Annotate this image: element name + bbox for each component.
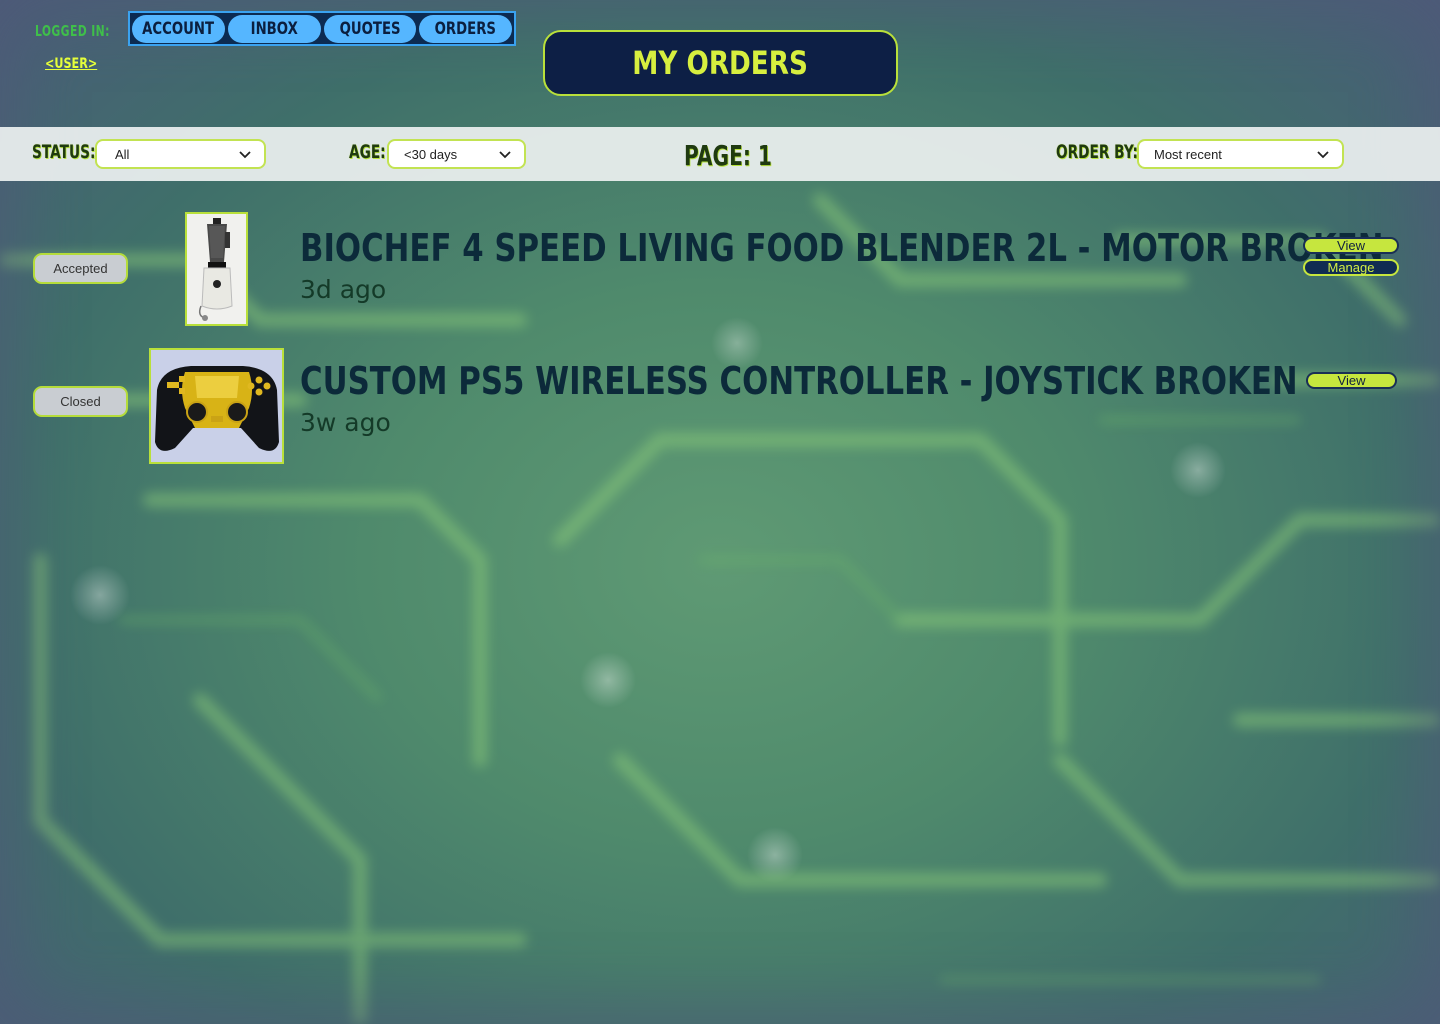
controller-image[interactable] xyxy=(149,348,284,464)
view-button[interactable]: View xyxy=(1303,237,1399,254)
view-button[interactable]: View xyxy=(1306,372,1397,389)
chevron-down-icon xyxy=(239,151,251,159)
page-title: MY ORDERS xyxy=(632,44,809,82)
nav-tab-account[interactable]: ACCOUNT xyxy=(132,14,225,43)
chevron-down-icon xyxy=(499,151,511,159)
page-indicator: PAGE: 1 xyxy=(684,139,772,172)
blender-illustration xyxy=(187,214,246,324)
nav-tab-label: ACCOUNT xyxy=(142,18,215,39)
status-filter-select[interactable]: All xyxy=(95,139,266,169)
user-link[interactable]: <USER> xyxy=(45,56,97,72)
chevron-down-icon xyxy=(1317,151,1329,159)
main-nav: ACCOUNT INBOX QUOTES ORDERS xyxy=(128,11,516,46)
nav-tab-label: ORDERS xyxy=(434,18,497,39)
status-filter-value: All xyxy=(115,146,130,162)
status-badge: Closed xyxy=(33,386,128,417)
nav-tab-inbox[interactable]: INBOX xyxy=(227,14,321,43)
order-title[interactable]: BioChef 4 speed living food blender 2L -… xyxy=(300,226,1384,270)
order-by-select[interactable]: Most recent xyxy=(1137,139,1344,169)
logged-in-label: LOGGED IN: xyxy=(35,22,110,40)
status-badge: Accepted xyxy=(33,253,128,284)
nav-tab-orders[interactable]: ORDERS xyxy=(419,14,512,43)
manage-button[interactable]: Manage xyxy=(1303,259,1399,276)
nav-tab-quotes[interactable]: QUOTES xyxy=(323,14,417,43)
blender-image[interactable] xyxy=(185,212,248,326)
filter-bar: STATUS: All AGE: <30 days PAGE: 1 ORDER … xyxy=(0,127,1440,181)
age-filter-select[interactable]: <30 days xyxy=(387,139,526,169)
order-age: 3w ago xyxy=(300,408,391,437)
controller-illustration xyxy=(151,350,282,462)
order-age: 3d ago xyxy=(300,275,387,304)
order-by-value: Most recent xyxy=(1154,146,1222,162)
order-by-label: ORDER BY: xyxy=(1056,141,1139,163)
status-filter-label: STATUS: xyxy=(32,141,96,163)
age-filter-label: AGE: xyxy=(349,141,386,163)
nav-tab-label: INBOX xyxy=(250,18,298,39)
nav-tab-label: QUOTES xyxy=(339,18,401,39)
order-title[interactable]: Custom PS5 Wireless Controller - Joystic… xyxy=(300,359,1298,403)
page-title-box: MY ORDERS xyxy=(543,30,898,96)
age-filter-value: <30 days xyxy=(404,146,458,162)
